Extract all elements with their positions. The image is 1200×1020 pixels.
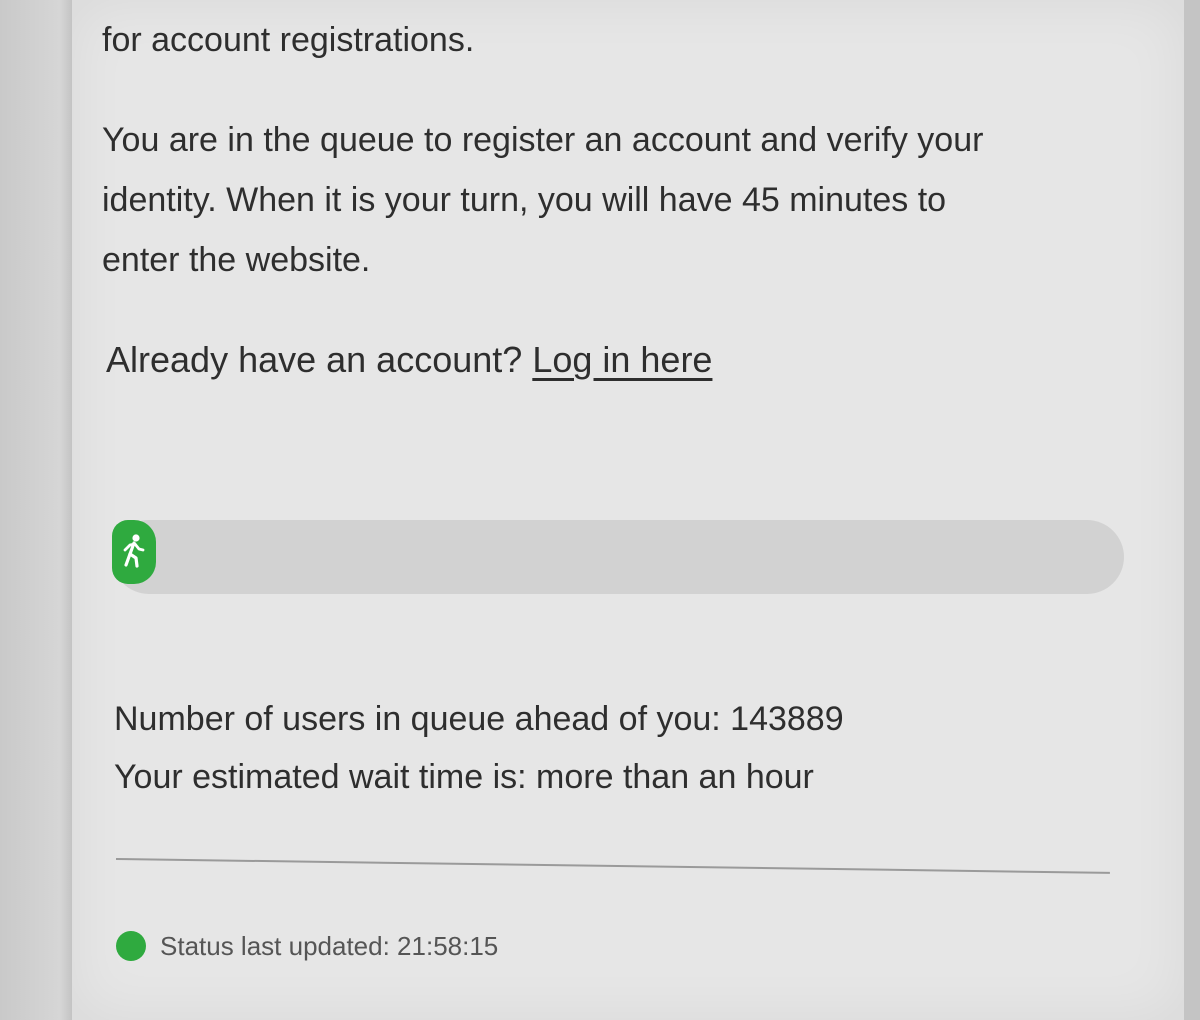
users-ahead-count: Number of users in queue ahead of you: 1… — [114, 700, 844, 738]
status-indicator-dot — [116, 931, 146, 961]
queue-progress-fill — [112, 520, 156, 584]
login-link[interactable]: Log in here — [532, 339, 712, 380]
queue-description-line: identity. When it is your turn, you will… — [102, 181, 947, 219]
login-prompt-row: Already have an account? Log in here — [106, 330, 712, 390]
queue-description: You are in the queue to register an acco… — [102, 110, 1122, 290]
page-edge — [1184, 0, 1200, 1020]
estimated-wait-time: Your estimated wait time is: more than a… — [114, 758, 814, 796]
queue-description-line: You are in the queue to register an acco… — [102, 121, 984, 159]
walking-person-icon — [123, 534, 145, 568]
status-row: Status last updated: 21:58:15 — [116, 926, 498, 966]
queue-progress-bar — [112, 520, 1124, 594]
intro-text: for account registrations. — [102, 21, 475, 59]
login-prompt: Already have an account? — [106, 339, 523, 380]
queue-stats: Number of users in queue ahead of you: 1… — [114, 690, 844, 806]
queue-description-line: enter the website. — [102, 241, 371, 279]
status-last-updated: Status last updated: 21:58:15 — [160, 930, 499, 961]
